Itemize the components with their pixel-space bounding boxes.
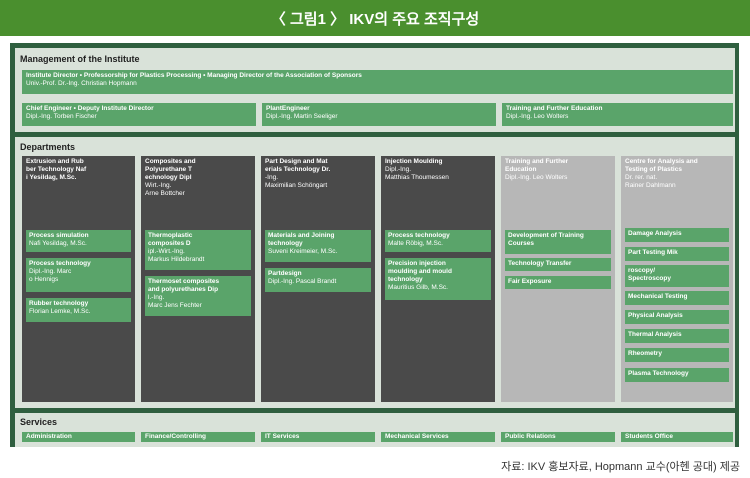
- sub-department: Thermoplastic composites D ipl.-Wirt.-In…: [145, 230, 251, 270]
- department-column-analysis-testing: Centre for Analysis and Testing of Plast…: [621, 156, 733, 402]
- institute-director-box: Institute Director • Professorship for P…: [22, 70, 733, 94]
- sub-department: Process technology Malte Röbig, M.Sc.: [385, 230, 491, 252]
- sub-department: Development of Training Courses: [505, 230, 611, 254]
- sub-department: roscopy/ Spectroscopy: [625, 265, 729, 287]
- deputy-name: Dipl.-Ing. Martin Seeliger: [266, 113, 338, 120]
- sub-department: Mechanical Testing: [625, 291, 729, 305]
- department-column-composites: Composites and Polyurethane T echnology …: [141, 156, 255, 402]
- department-title: Composites and Polyurethane T echnology …: [145, 158, 196, 181]
- sub-department-title: Partdesign: [268, 270, 302, 277]
- sub-department-head: l.-Ing. Marc Jens Fechter: [148, 294, 202, 309]
- sub-department-head: Suveni Kreimeier, M.Sc.: [268, 248, 338, 255]
- department-head: Dr. rer. nat. Rainer Dahlmann: [625, 174, 676, 189]
- deputy-title: PlantEngineer: [266, 105, 310, 112]
- deputy-name: Dipl.-Ing. Torben Fischer: [26, 113, 97, 120]
- sub-department-title: Fair Exposure: [508, 278, 552, 285]
- sub-department-title: Development of Training Courses: [508, 232, 584, 247]
- sub-department-head: Florian Lemke, M.Sc.: [29, 308, 91, 315]
- sub-department: Part Testing Mik: [625, 247, 729, 261]
- service-item: Mechanical Services: [381, 432, 495, 442]
- deputy-box-2: PlantEngineer Dipl.-Ing. Martin Seeliger: [262, 103, 496, 126]
- source-credit: 자료: IKV 홍보자료, Hopmann 교수(아헨 공대) 제공: [501, 461, 740, 473]
- deputy-name: Dipl.-Ing. Leo Wolters: [506, 113, 569, 120]
- sub-department-title: Process technology: [388, 232, 450, 239]
- department-column-extrusion: Extrusion and Rub ber Technology Naf i Y…: [22, 156, 135, 402]
- sub-department: Precision injection moulding and mould t…: [385, 258, 491, 300]
- service-item: Finance/Controlling: [141, 432, 255, 442]
- sub-department: Fair Exposure: [505, 276, 611, 289]
- sub-department: Technology Transfer: [505, 258, 611, 271]
- sub-department-title: Rheometry: [628, 350, 662, 357]
- deputy-title: Chief Engineer • Deputy Institute Direct…: [26, 105, 154, 112]
- sub-department-head: ipl.-Wirt.-Ing. Markus Hildebrandt: [148, 248, 205, 263]
- sub-department-title: Thermoplastic composites D: [148, 232, 193, 247]
- sub-department-title: Materials and Joining technology: [268, 232, 335, 247]
- sub-department-title: Part Testing Mik: [628, 249, 678, 256]
- sub-department-title: Thermal Analysis: [628, 331, 682, 338]
- sub-department: Process technology Dipl.-Ing. Marc o Hen…: [26, 258, 131, 292]
- department-head: Wirt.-Ing. Arne Bottcher: [145, 182, 185, 197]
- sub-department: Thermoset composites and polyurethanes D…: [145, 276, 251, 316]
- sub-department: Thermal Analysis: [625, 329, 729, 343]
- institute-director-title: Institute Director • Professorship for P…: [26, 72, 362, 79]
- department-column-injection-moulding: Injection Moulding Dipl.-Ing. Matthias T…: [381, 156, 495, 402]
- deputy-box-1: Chief Engineer • Deputy Institute Direct…: [22, 103, 256, 126]
- department-title: Extrusion and Rub ber Technology Naf i Y…: [26, 158, 87, 181]
- sub-department-head: Dipl.-Ing. Marc o Hennigs: [29, 268, 72, 283]
- sub-department-head: Mauritius Gilb, M.Sc.: [388, 284, 448, 291]
- sub-department: Rheometry: [625, 348, 729, 362]
- sub-department-head: Malte Röbig, M.Sc.: [388, 240, 443, 247]
- deputy-title: Training and Further Education: [506, 105, 603, 112]
- sub-department: Partdesign Dipl.-Ing. Pascal Brandt: [265, 268, 371, 292]
- department-title: Training and Further Education: [505, 158, 569, 173]
- service-item: Administration: [22, 432, 135, 442]
- sub-department: Process simulation Nafi Yesildag, M.Sc.: [26, 230, 131, 252]
- department-title: Part Design and Mat erials Technology Dr…: [265, 158, 331, 173]
- sub-department: Damage Analysis: [625, 228, 729, 242]
- institute-director-name: Univ.-Prof. Dr.-Ing. Christian Hopmann: [26, 80, 137, 87]
- management-section-title: Management of the Institute: [20, 54, 140, 64]
- sub-department-head: Nafi Yesildag, M.Sc.: [29, 240, 87, 247]
- department-head: Dipl.-Ing. Leo Wolters: [505, 174, 568, 181]
- department-title: Centre for Analysis and Testing of Plast…: [625, 158, 698, 173]
- sub-department-title: Physical Analysis: [628, 312, 683, 319]
- deputy-box-3: Training and Further Education Dipl.-Ing…: [502, 103, 733, 126]
- department-title: Injection Moulding: [385, 158, 443, 165]
- sub-department: Physical Analysis: [625, 310, 729, 324]
- sub-department-title: Technology Transfer: [508, 260, 572, 267]
- department-head: -Ing. Maximilian Schöngart: [265, 174, 328, 189]
- sub-department-title: Mechanical Testing: [628, 293, 688, 300]
- sub-department-title: Plasma Technology: [628, 370, 689, 377]
- sub-department-title: Precision injection moulding and mould t…: [388, 260, 452, 283]
- service-item: Public Relations: [501, 432, 615, 442]
- sub-department: Materials and Joining technology Suveni …: [265, 230, 371, 262]
- sub-department-title: Process technology: [29, 260, 91, 267]
- services-section-title: Services: [20, 417, 58, 427]
- sub-department-title: Rubber technology: [29, 300, 89, 307]
- department-column-training: Training and Further Education Dipl.-Ing…: [501, 156, 615, 402]
- sub-department-title: Thermoset composites and polyurethanes D…: [148, 278, 220, 293]
- figure-title: 〈 그림1 〉 IKV의 주요 조직구성: [0, 0, 750, 36]
- sub-department: Plasma Technology: [625, 368, 729, 382]
- department-column-part-design: Part Design and Mat erials Technology Dr…: [261, 156, 375, 402]
- service-item: IT Services: [261, 432, 375, 442]
- sub-department: Rubber technology Florian Lemke, M.Sc.: [26, 298, 131, 322]
- sub-department-title: Damage Analysis: [628, 230, 682, 237]
- departments-section-title: Departments: [20, 142, 76, 152]
- sub-department-title: roscopy/ Spectroscopy: [628, 267, 671, 282]
- department-head: Dipl.-Ing. Matthias Thoumessen: [385, 166, 449, 181]
- service-item: Students Office: [621, 432, 733, 442]
- sub-department-head: Dipl.-Ing. Pascal Brandt: [268, 278, 337, 285]
- sub-department-title: Process simulation: [29, 232, 89, 239]
